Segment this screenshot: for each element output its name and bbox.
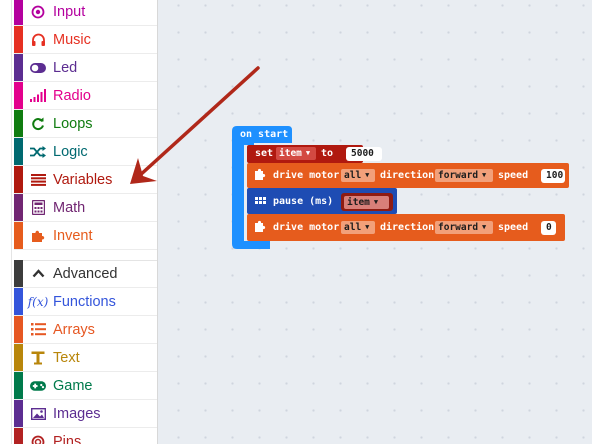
motor-dropdown-value: all: [344, 170, 362, 181]
set-keyword: set: [255, 148, 274, 159]
set-value-input[interactable]: 5000: [346, 147, 382, 161]
toolbox-category-invent[interactable]: Invent: [14, 222, 157, 250]
puzzle-icon: [30, 227, 46, 244]
direction-dropdown[interactable]: forward ▼: [435, 169, 493, 182]
toolbox-category-math[interactable]: Math: [14, 194, 157, 222]
category-color-bar: [14, 54, 23, 81]
refresh-icon: [30, 115, 46, 132]
toolbox-category-music[interactable]: Music: [14, 26, 157, 54]
speed-input[interactable]: 0: [541, 221, 556, 235]
category-label: Advanced: [53, 266, 118, 282]
circle-dot-icon: [30, 3, 46, 20]
category-label: Images: [53, 406, 101, 422]
category-color-bar: [14, 0, 23, 25]
direction-label: direction: [380, 170, 435, 181]
direction-label: direction: [380, 222, 435, 233]
toolbox: Input Music Led Radio Loops Logic Variab…: [0, 0, 158, 444]
shuffle-icon: [30, 143, 46, 160]
category-label: Invent: [53, 228, 93, 244]
caret-down-icon: ▼: [482, 171, 487, 179]
toolbox-category-game[interactable]: Game: [14, 372, 157, 400]
caret-down-icon: ▼: [365, 171, 370, 179]
category-label: Loops: [53, 116, 93, 132]
toolbox-category-functions[interactable]: f(x) Functions: [14, 288, 157, 316]
category-label: Arrays: [53, 322, 95, 338]
direction-dropdown-value: forward: [438, 222, 479, 233]
variable-dropdown-value: item: [279, 148, 302, 159]
category-color-bar: [14, 82, 23, 109]
category-color-bar: [14, 166, 23, 193]
headphones-icon: [30, 31, 46, 48]
caret-down-icon: ▼: [373, 198, 379, 206]
category-color-bar: [14, 138, 23, 165]
toolbox-category-logic[interactable]: Logic: [14, 138, 157, 166]
speed-label: speed: [498, 170, 529, 181]
calculator-icon: [30, 199, 46, 216]
toolbox-category-arrays[interactable]: Arrays: [14, 316, 157, 344]
speed-input[interactable]: 100: [541, 169, 565, 183]
category-label: Input: [53, 4, 86, 20]
caret-down-icon: ▼: [482, 223, 487, 231]
category-color-bar: [14, 288, 23, 315]
direction-dropdown-value: forward: [438, 170, 479, 181]
blocks-workspace[interactable]: on start set item ▼ to 5000 drive motor a…: [158, 0, 592, 444]
drive-motor-label: drive motor: [273, 222, 340, 233]
toolbox-category-pins[interactable]: Pins: [14, 428, 157, 444]
category-label: Music: [53, 32, 91, 48]
category-color-bar: [14, 372, 23, 399]
category-label: Led: [53, 60, 78, 76]
category-color-bar: [14, 344, 23, 371]
category-label: Text: [53, 350, 80, 366]
category-color-bar: [14, 316, 23, 343]
category-color-bar: [14, 110, 23, 137]
category-color-bar: [14, 428, 23, 444]
category-color-bar: [14, 26, 23, 53]
toolbox-category-advanced[interactable]: Advanced: [14, 260, 157, 288]
category-label: Logic: [53, 144, 88, 160]
category-color-bar: [14, 194, 23, 221]
direction-dropdown[interactable]: forward ▼: [435, 221, 493, 234]
signal-bars-icon: [30, 87, 46, 104]
set-to-label: to: [321, 148, 334, 159]
category-label: Functions: [53, 294, 116, 310]
category-label: Game: [53, 378, 93, 394]
category-color-bar: [14, 260, 23, 287]
toolbox-category-variables[interactable]: Variables: [14, 166, 157, 194]
category-color-bar: [14, 222, 23, 249]
function-icon: f(x): [27, 294, 49, 309]
category-label: Variables: [53, 172, 113, 188]
toolbox-category-radio[interactable]: Radio: [14, 82, 157, 110]
toolbox-category-text[interactable]: Text: [14, 344, 157, 372]
category-color-bar: [14, 400, 23, 427]
list-icon: [30, 321, 46, 338]
variable-dropdown[interactable]: item ▼: [276, 147, 316, 160]
pause-variable-dropdown[interactable]: item ▼: [344, 196, 389, 209]
toolbox-gutter: [11, 0, 12, 444]
category-label: Pins: [53, 434, 82, 444]
toggle-icon: [30, 59, 46, 76]
toolbox-category-input[interactable]: Input: [14, 0, 157, 26]
text-t-icon: [30, 349, 46, 366]
gamepad-icon: [30, 377, 46, 394]
motor-dropdown-value: all: [344, 222, 362, 233]
speed-label: speed: [498, 222, 529, 233]
toolbox-category-images[interactable]: Images: [14, 400, 157, 428]
pause-label: pause (ms): [273, 196, 334, 207]
motor-dropdown[interactable]: all ▼: [341, 169, 375, 182]
toolbox-category-loops[interactable]: Loops: [14, 110, 157, 138]
toolbox-category-led[interactable]: Led: [14, 54, 157, 82]
motor-dropdown[interactable]: all ▼: [341, 221, 375, 234]
pause-variable-value: item: [347, 197, 370, 208]
drive-motor-label: drive motor: [273, 170, 340, 181]
image-icon: [30, 405, 46, 422]
lines-icon: [30, 171, 46, 188]
pin-icon: [30, 433, 46, 444]
caret-down-icon: ▼: [365, 223, 370, 231]
on-start-label: on start: [240, 129, 289, 140]
caret-down-icon: ▼: [305, 149, 311, 157]
category-label: Radio: [53, 88, 91, 104]
category-label: Math: [53, 200, 86, 216]
chevron-up-icon: [30, 265, 46, 282]
